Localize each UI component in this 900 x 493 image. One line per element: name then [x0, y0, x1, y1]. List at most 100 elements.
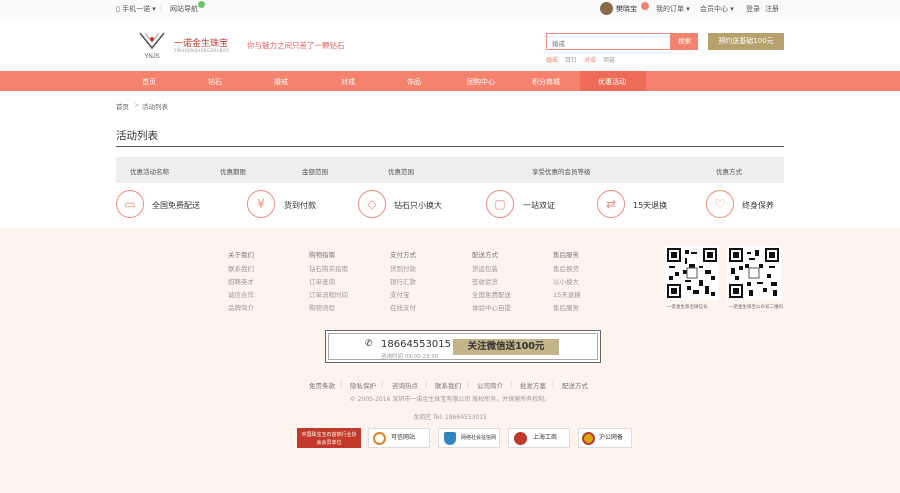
- username[interactable]: 樊晓宝: [616, 4, 637, 14]
- footer-link[interactable]: 订单查询: [309, 276, 335, 286]
- divider: |: [552, 380, 555, 388]
- footer-link[interactable]: 售后服务: [553, 302, 579, 312]
- footer-column-title: 关于我们: [228, 251, 254, 259]
- orders-label: 我的订单: [656, 5, 684, 13]
- yen-icon: ¥: [247, 190, 275, 218]
- footer-link[interactable]: 售后换货: [553, 263, 579, 273]
- divider: |: [340, 380, 343, 388]
- footer-link[interactable]: 货到付款: [390, 263, 416, 273]
- divider: |: [425, 380, 428, 388]
- search-button[interactable]: 搜索: [671, 33, 698, 50]
- brand-name-en: YINUOJINSHENGZHUBAO: [174, 48, 230, 53]
- header: YNJS 一诺金生珠宝 YINUOJINSHENGZHUBAO 你与魅力之间只差…: [0, 17, 900, 71]
- footer-bottom-link[interactable]: 免责条款: [309, 380, 335, 390]
- footer-bottom-link[interactable]: 隐私保护: [350, 380, 376, 390]
- nav-item-promotions[interactable]: 优惠活动: [598, 77, 626, 87]
- gift-box-icon: ▭: [116, 190, 144, 218]
- emblem-icon: [514, 432, 527, 445]
- police-emblem-icon: [582, 432, 595, 445]
- footer-link[interactable]: 支付宝: [390, 289, 410, 299]
- nav-item-diamond[interactable]: 钻石: [208, 77, 222, 87]
- commerce-badge[interactable]: 上海工商: [508, 428, 570, 448]
- divider: |: [467, 380, 470, 388]
- hot-link[interactable]: 项链: [603, 55, 615, 64]
- nav-item-group-buy[interactable]: 团购中心: [467, 77, 495, 87]
- contact-box-inner: ✆ 18664553015 咨询时间 09:00-23:00 关注微信送100元: [328, 333, 598, 360]
- wechat-promo[interactable]: 关注微信送100元: [453, 339, 559, 355]
- footer-link[interactable]: 签收验货: [472, 276, 498, 286]
- footer-column-title: 购物指南: [309, 251, 335, 259]
- footer-link[interactable]: 银行汇款: [390, 276, 416, 286]
- stores-link[interactable]: 网站导航: [170, 4, 198, 14]
- nav-item-couple-ring[interactable]: 对戒: [341, 77, 355, 87]
- footer-bottom-link[interactable]: 咨询热点: [392, 380, 418, 390]
- service-hours: 咨询时间 09:00-23:00: [381, 354, 439, 360]
- stores-label: 网站导航: [170, 5, 198, 13]
- nav-item-points-mall[interactable]: 积分商城: [532, 77, 560, 87]
- police-badge[interactable]: 沪公网备: [578, 428, 632, 448]
- footer-link[interactable]: 订单流程时间: [309, 289, 348, 299]
- footer-link[interactable]: 联系我们: [228, 263, 254, 273]
- footer-link[interactable]: 15天退换: [553, 289, 581, 299]
- footer-bottom-link[interactable]: 配送方式: [562, 380, 588, 390]
- footer-link[interactable]: 钻石购买指南: [309, 263, 348, 273]
- hot-link[interactable]: 婚戒: [546, 55, 558, 64]
- association-badge[interactable]: 中国珠宝玉石首饰行业协会会员单位: [297, 428, 361, 448]
- qr-label: 一诺金生珠宝微信号: [667, 305, 708, 310]
- nav-item-wedding-ring[interactable]: 婚戒: [274, 77, 288, 87]
- shield-icon: [444, 432, 456, 445]
- footer-link[interactable]: 购物流程: [309, 302, 335, 312]
- member-label: 会员中心: [700, 5, 728, 13]
- hot-link[interactable]: 对戒: [584, 55, 596, 64]
- register-link[interactable]: 注册: [765, 4, 779, 14]
- promo-button[interactable]: 预约送基础100元: [708, 33, 784, 50]
- footer-bottom-link[interactable]: 批发方案: [520, 380, 546, 390]
- credit-network-badge[interactable]: 网络社会征信网: [438, 428, 500, 448]
- trusted-site-icon: [373, 432, 386, 445]
- footer-link[interactable]: 品牌简介: [228, 302, 254, 312]
- divider: |: [381, 380, 384, 388]
- qr-code-icon: [667, 248, 717, 298]
- nav-item-accessories[interactable]: 饰品: [407, 77, 421, 87]
- footer-link[interactable]: 全国免费配送: [472, 289, 511, 299]
- footer-link[interactable]: 以小换大: [553, 276, 579, 286]
- footer-column-title: 配送方式: [472, 251, 498, 259]
- search-input[interactable]: 婚戒: [546, 33, 671, 50]
- orders-link[interactable]: 我的订单 ▾: [656, 4, 690, 14]
- footer: 关于我们 联系我们 招聘英才 诚信合作 品牌简介 购物指南 钻石购买指南 订单查…: [0, 228, 900, 493]
- mobile-link[interactable]: ▯ 手机一诺 ▾: [116, 4, 156, 14]
- feature-label: 15天退换: [633, 201, 668, 210]
- footer-bottom-link[interactable]: 公司简介: [477, 380, 503, 390]
- footer-link[interactable]: 招聘英才: [228, 276, 254, 286]
- notification-badge-icon[interactable]: [641, 2, 649, 10]
- logo-icon: YNJS: [139, 32, 165, 60]
- activity-table-header: 优惠活动名称 优惠期限 金额范围 优惠范围 享受优惠的会员等级 优惠方式: [116, 157, 784, 183]
- avatar[interactable]: [600, 2, 613, 15]
- login-link[interactable]: 登录: [746, 4, 760, 14]
- nav-item-home[interactable]: 首页: [142, 77, 156, 87]
- breadcrumb-current: 活动列表: [142, 103, 168, 111]
- breadcrumb-home[interactable]: 首页: [116, 101, 129, 111]
- column-header: 享受优惠的会员等级: [532, 168, 591, 176]
- feature-label: 一站双证: [523, 201, 555, 210]
- feature-label: 终身保养: [742, 201, 774, 210]
- logo[interactable]: YNJS: [134, 30, 170, 60]
- footer-link[interactable]: 在线支付: [390, 302, 416, 312]
- footer-link[interactable]: 诚信合作: [228, 289, 254, 299]
- trusted-site-badge[interactable]: 可信网站: [368, 428, 430, 448]
- footer-link[interactable]: 货运包装: [472, 263, 498, 273]
- footer-bottom-link[interactable]: 联系我们: [435, 380, 461, 390]
- hot-link[interactable]: 耳钉: [565, 55, 577, 64]
- feature-label: 货到付款: [284, 201, 316, 210]
- contact-box: ✆ 18664553015 咨询时间 09:00-23:00 关注微信送100元: [325, 330, 601, 363]
- column-header: 优惠方式: [716, 168, 742, 176]
- member-link[interactable]: 会员中心 ▾: [700, 4, 734, 14]
- footer-link[interactable]: 体验中心自提: [472, 302, 511, 312]
- wechat-qr-code: [665, 246, 719, 300]
- feature-label: 全国免费配送: [152, 201, 200, 210]
- slogan: 你与魅力之间只差了一颗钻石: [247, 41, 345, 50]
- badge-label: 网络社会征信网: [461, 435, 497, 441]
- mobile-label: 手机一诺: [122, 5, 151, 13]
- certificate-icon: ▢: [486, 190, 514, 218]
- title-divider: [116, 146, 784, 147]
